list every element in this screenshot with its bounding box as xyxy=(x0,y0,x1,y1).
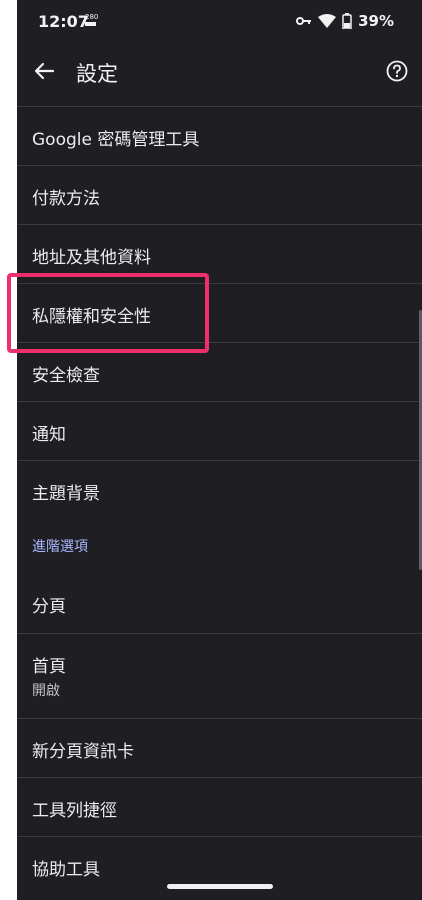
settings-item-tabs[interactable]: 分頁 xyxy=(17,574,422,633)
key-icon xyxy=(296,17,312,25)
battery-percent: 39% xyxy=(358,12,394,30)
phone-screen: 12:07 280 39% 設定 Google 密碼管理工具 付款方法 地址及其… xyxy=(17,0,422,900)
settings-item-toolbar-shortcut[interactable]: 工具列捷徑 xyxy=(17,777,422,836)
help-circle-icon[interactable] xyxy=(386,60,408,82)
advanced-section-header: 進階選項 xyxy=(17,519,422,574)
settings-item-password-manager[interactable]: Google 密碼管理工具 xyxy=(17,106,422,165)
settings-item-theme[interactable]: 主題背景 xyxy=(17,460,422,519)
item-label: 首頁 xyxy=(32,657,66,677)
item-label: 安全檢查 xyxy=(32,366,100,386)
item-label: 工具列捷徑 xyxy=(32,801,117,821)
item-label: Google 密碼管理工具 xyxy=(32,130,200,150)
settings-item-safety-check[interactable]: 安全檢查 xyxy=(17,342,422,401)
gesture-nav-bar[interactable] xyxy=(167,884,273,889)
app-bar: 設定 xyxy=(17,44,422,106)
item-label: 分頁 xyxy=(32,597,66,617)
settings-item-addresses[interactable]: 地址及其他資料 xyxy=(17,224,422,283)
settings-list: Google 密碼管理工具 付款方法 地址及其他資料 私隱權和安全性 安全檢查 … xyxy=(17,106,422,895)
battery-icon xyxy=(342,13,352,29)
item-label: 通知 xyxy=(32,425,66,445)
item-sublabel: 開啟 xyxy=(32,683,60,699)
section-label: 進階選項 xyxy=(32,539,88,555)
item-label: 付款方法 xyxy=(32,189,100,209)
item-label: 協助工具 xyxy=(32,860,100,880)
status-bar: 12:07 280 39% xyxy=(17,0,422,44)
settings-item-privacy-security[interactable]: 私隱權和安全性 xyxy=(17,283,422,342)
settings-item-notifications[interactable]: 通知 xyxy=(17,401,422,460)
status-icons: 39% xyxy=(296,12,394,30)
notification-badge-icon: 280 xyxy=(85,13,99,26)
item-label: 主題背景 xyxy=(32,484,100,504)
item-label: 地址及其他資料 xyxy=(32,248,151,268)
settings-item-new-tab-cards[interactable]: 新分頁資訊卡 xyxy=(17,718,422,777)
wifi-icon xyxy=(318,14,337,28)
status-time: 12:07 xyxy=(38,12,89,31)
settings-item-homepage[interactable]: 首頁 開啟 xyxy=(17,633,422,718)
arrow-left-icon[interactable] xyxy=(33,60,55,82)
page-title: 設定 xyxy=(76,62,118,86)
item-label: 私隱權和安全性 xyxy=(32,307,151,327)
settings-item-payment-methods[interactable]: 付款方法 xyxy=(17,165,422,224)
item-label: 新分頁資訊卡 xyxy=(32,742,134,762)
notification-badge-text: 280 xyxy=(85,13,99,21)
